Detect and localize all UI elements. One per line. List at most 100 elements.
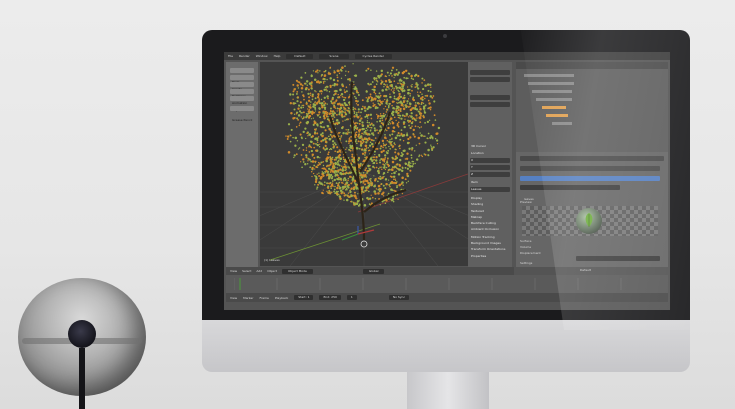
leaf [321,191,324,195]
leaf [301,166,303,169]
leaf [401,85,405,88]
cursor-y-field[interactable]: Y [471,165,473,170]
surface-panel-header[interactable]: Surface [520,239,531,244]
leaf [341,181,343,184]
shading-panel-header[interactable]: Shading [471,202,483,207]
leaf [324,69,327,72]
leaf [407,98,410,100]
leaf [406,86,409,88]
leaf [316,95,320,99]
leaf [338,164,341,167]
leaf [360,111,362,114]
mode-select[interactable]: Object Mode [281,268,313,274]
textured-solid-checkbox[interactable]: Textured [471,209,484,214]
item-panel-header[interactable]: Item [471,180,478,185]
leaf [316,173,318,175]
leaf [390,69,393,72]
leaf [326,78,328,81]
leaf [407,116,410,118]
leaf [338,107,340,110]
leaf [333,84,336,87]
leaf [369,141,372,144]
leaf [410,154,413,157]
leaf [350,191,352,193]
leaf [363,106,366,110]
leaf [401,167,404,169]
transform-orientations-panel[interactable]: Transform Orientations [471,247,505,252]
leaf [358,147,361,150]
viewport-menu-view[interactable]: View [230,267,237,275]
volume-panel-header[interactable]: Volume [520,245,531,250]
start-frame-field[interactable]: Start: 1 [294,295,314,300]
viewport-menu-add[interactable]: Add [256,267,262,275]
tool-tab-grease-pencil[interactable]: Grease Pencil [230,106,254,122]
leaf [379,117,382,120]
tool-tab-create[interactable]: Create [230,75,254,91]
leaf [393,73,396,76]
leaf [403,125,406,129]
timeline-menu-view[interactable]: View [230,294,237,302]
monitor-stand [407,372,489,409]
leaf [321,73,324,76]
matcap-checkbox[interactable]: Matcap [471,215,482,220]
leaf [427,83,430,86]
background-images-panel[interactable]: Background Images [471,241,501,246]
preview-panel-header[interactable]: Preview [520,200,532,205]
timeline-menu-playback[interactable]: Playback [275,294,288,302]
leaf [407,137,410,141]
transform-orientation-select[interactable]: Global [362,268,385,274]
leaf [354,171,357,174]
tool-tab-relations[interactable]: Relations [230,82,254,98]
viewport-menu-object[interactable]: Object [267,267,277,275]
leaf [373,179,377,182]
leaf [290,111,293,115]
ambient-occlusion-checkbox[interactable]: Ambient Occlusion [471,227,499,232]
tool-tab-tools[interactable]: Tools [230,68,254,84]
leaf [387,126,390,130]
menu-file[interactable]: File [228,52,233,60]
leaf [317,164,320,167]
cursor-x-field[interactable]: X [471,158,473,163]
current-frame-field[interactable]: 1 [346,295,357,300]
leaf [409,115,411,117]
displacement-panel-header[interactable]: Displacement [520,251,541,256]
menu-render[interactable]: Render [239,52,250,60]
tool-tab-physics[interactable]: Physics [230,96,254,112]
timeline-menu-frame[interactable]: Frame [260,294,269,302]
timeline-menu-marker[interactable]: Marker [243,294,253,302]
backface-culling-checkbox[interactable]: Backface Culling [471,221,496,226]
leaf [326,113,329,116]
cursor-z-field[interactable]: Z [471,172,473,177]
settings-panel-header[interactable]: Settings [520,261,532,266]
render-engine-select[interactable]: Cycles Render [354,53,392,59]
cursor-panel-header[interactable]: 3D Cursor [471,144,486,149]
layout-select[interactable]: Default [286,53,314,59]
properties-panel-header[interactable]: Properties [471,254,486,259]
tool-tab-animation[interactable]: Animation [230,89,254,105]
leaf [416,117,418,119]
leaf [414,150,416,152]
leaf [373,77,376,80]
viewport-menu-select[interactable]: Select [242,267,251,275]
motion-tracking-panel[interactable]: Motion Tracking [471,235,495,240]
leaf [300,161,302,163]
menu-window[interactable]: Window [256,52,268,60]
leaf [326,190,328,193]
menu-help[interactable]: Help [274,52,281,60]
leaf [367,96,371,99]
leaf [367,164,370,168]
leaf [324,181,326,183]
item-name-field[interactable]: Leaves [471,187,482,192]
display-panel-header[interactable]: Display [471,196,482,201]
end-frame-field[interactable]: End: 250 [319,295,341,300]
leaf [391,172,393,175]
leaf [319,70,321,72]
leaf [357,91,360,94]
sync-mode-select[interactable]: No Sync [388,295,410,300]
3d-viewport[interactable]: (1) Leaves [260,62,468,266]
leaf [305,101,308,104]
leaf [328,135,330,138]
scene-select[interactable]: Scene [319,53,349,59]
leaf [323,71,325,73]
leaf [388,102,391,105]
